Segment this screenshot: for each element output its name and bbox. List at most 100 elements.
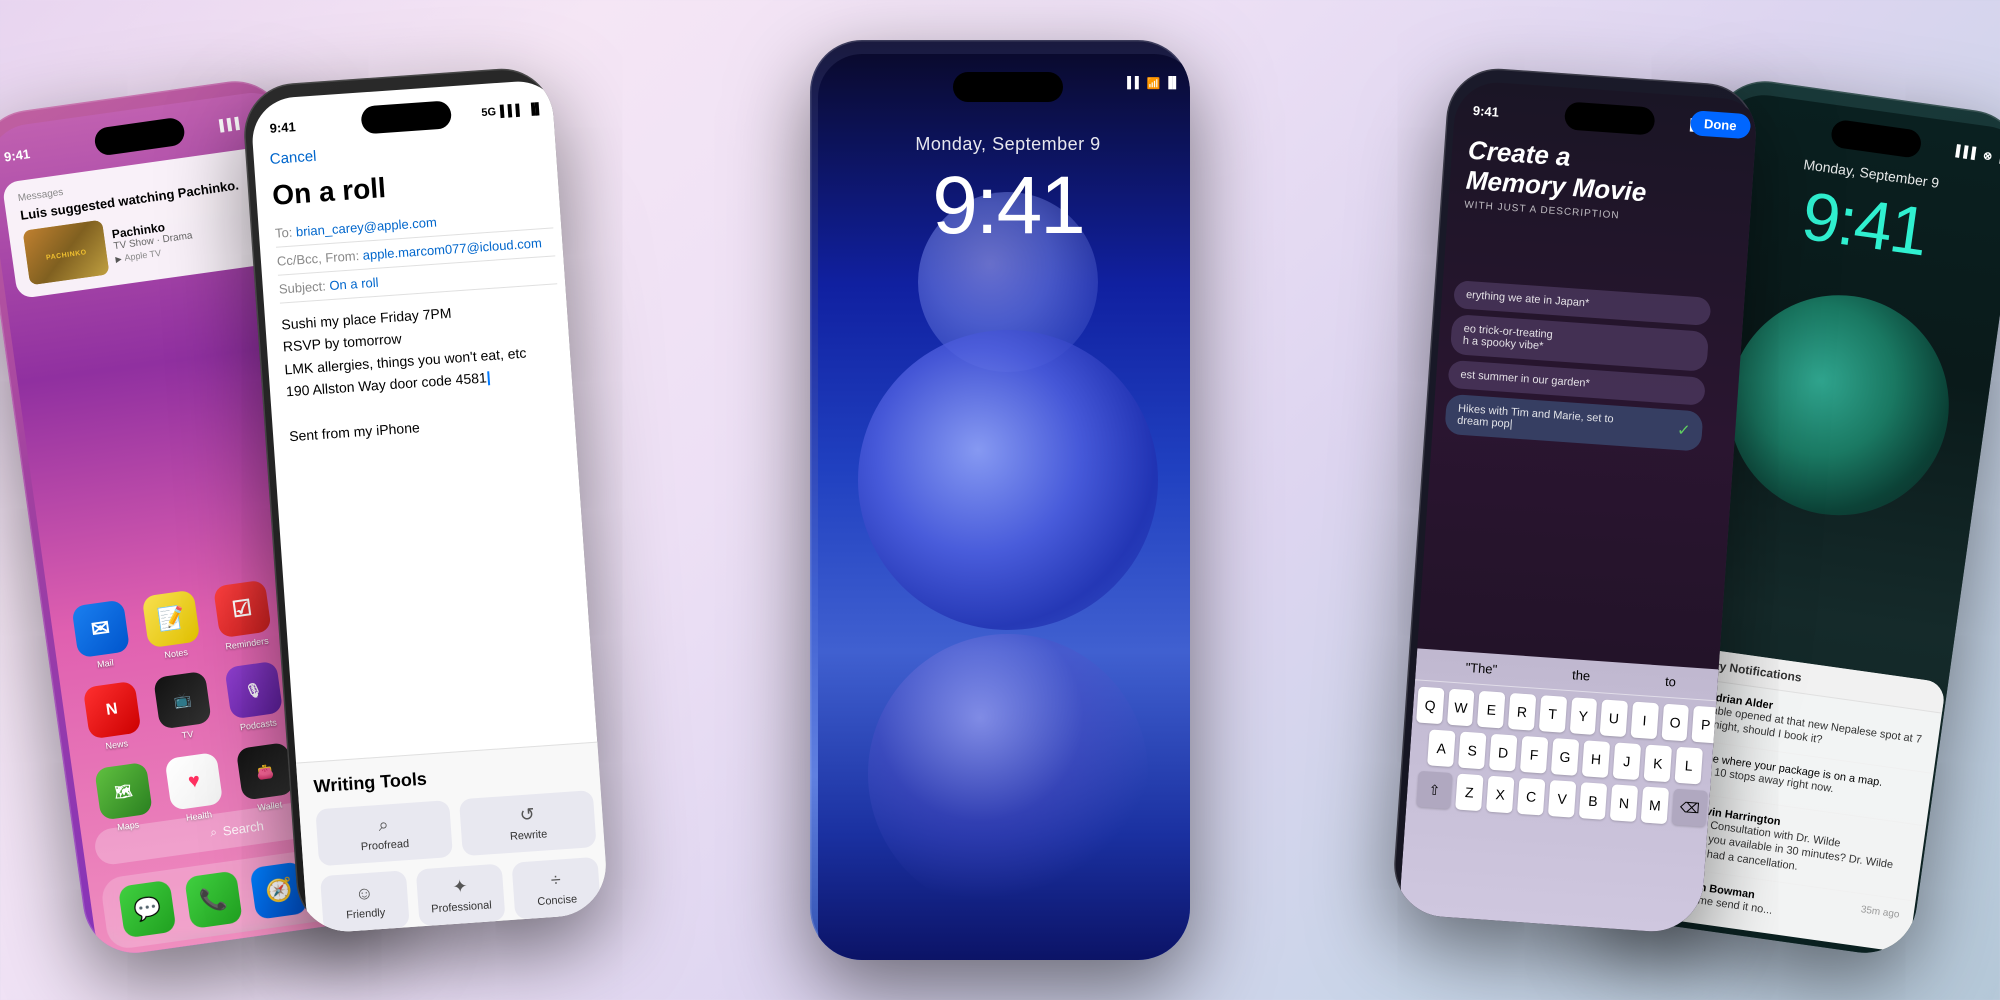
email-to-address: brian_carey@apple.com bbox=[295, 215, 437, 240]
app-podcasts[interactable]: 🎙 Podcasts bbox=[224, 661, 285, 734]
health-icon: ♥ bbox=[165, 752, 224, 811]
dynamic-island-3 bbox=[953, 72, 1063, 102]
key-g[interactable]: G bbox=[1551, 738, 1579, 776]
suggestion-3[interactable]: to bbox=[1665, 674, 1677, 690]
notes-icon: 📝 bbox=[142, 590, 201, 649]
check-icon: ✓ bbox=[1676, 420, 1691, 441]
orb-bottom bbox=[868, 634, 1148, 914]
keyboard-rows: Q W E R T Y U I O P A S D bbox=[1405, 680, 1724, 839]
done-button[interactable]: Done bbox=[1689, 110, 1751, 139]
rewrite-button[interactable]: ↺ Rewrite bbox=[459, 790, 597, 856]
signal-icon-1: ▌▌▌ bbox=[219, 117, 244, 132]
dock-messages-icon: 💬 bbox=[118, 880, 177, 939]
phone-2-screen: 9:41 5G ▌▌▌ ▐▌ Cancel On a roll To: bria… bbox=[250, 79, 610, 935]
app-notes[interactable]: 📝 Notes bbox=[142, 590, 203, 663]
5g-icon: 5G bbox=[481, 106, 496, 119]
teal-orb bbox=[1715, 281, 1963, 529]
chat-bubble-active-text: Hikes with Tim and Marie, set todream po… bbox=[1457, 403, 1614, 438]
email-body[interactable]: Sushi my place Friday 7PM RSVP by tomorr… bbox=[281, 294, 568, 447]
search-label: Search bbox=[222, 818, 265, 839]
key-r[interactable]: R bbox=[1508, 693, 1536, 731]
phones-container: 9:41 ▌▌▌ ⊗ ▐▌ Messages Luis suggested wa… bbox=[0, 0, 2000, 1000]
key-h[interactable]: H bbox=[1582, 740, 1610, 778]
signal-icon-5: ▌▌▌ bbox=[1955, 145, 1980, 160]
wifi-icon-3: 📶 bbox=[1147, 77, 1161, 90]
status-time-4: 9:41 bbox=[1472, 102, 1499, 119]
key-j[interactable]: J bbox=[1613, 742, 1641, 780]
app-news[interactable]: N News bbox=[83, 681, 144, 754]
app-mail[interactable]: ✉ Mail bbox=[71, 599, 132, 672]
signal-icon-3: ▌▌ bbox=[1127, 77, 1143, 89]
notif-time-4: 35m ago bbox=[1860, 904, 1900, 920]
key-c[interactable]: C bbox=[1517, 778, 1545, 816]
concise-button[interactable]: ÷ Concise bbox=[512, 857, 602, 920]
keyboard-area: "The" the to Q W E R T Y U I O bbox=[1398, 648, 1727, 934]
proofread-icon: ⌕ bbox=[378, 814, 390, 836]
key-x[interactable]: X bbox=[1486, 776, 1514, 814]
key-f[interactable]: F bbox=[1520, 736, 1548, 774]
key-u[interactable]: U bbox=[1600, 699, 1628, 737]
dock-messages[interactable]: 💬 bbox=[118, 880, 177, 939]
key-b[interactable]: B bbox=[1579, 782, 1607, 820]
professional-label: Professional bbox=[431, 899, 492, 915]
podcasts-icon: 🎙 bbox=[224, 661, 283, 720]
app-podcasts-label: Podcasts bbox=[239, 717, 277, 732]
wallet-icon: 👛 bbox=[236, 742, 295, 801]
key-z[interactable]: Z bbox=[1455, 773, 1483, 811]
lock-time-3: 9:41 bbox=[932, 159, 1084, 253]
mail-icon: ✉ bbox=[71, 599, 130, 658]
app-reminders[interactable]: ☑ Reminders bbox=[213, 580, 274, 653]
app-tv[interactable]: 📺 TV bbox=[153, 671, 214, 744]
chat-bubbles: erything we ate in Japan* eo trick-or-tr… bbox=[1432, 279, 1752, 460]
key-l[interactable]: L bbox=[1675, 747, 1703, 785]
battery-icon-3: ▐▌ bbox=[1164, 77, 1180, 89]
key-v[interactable]: V bbox=[1548, 780, 1576, 818]
writing-tools-title: Writing Tools bbox=[313, 757, 592, 797]
proofread-label: Proofread bbox=[360, 838, 409, 853]
app-tv-label: TV bbox=[181, 729, 194, 741]
maps-icon: 🗺 bbox=[94, 762, 153, 821]
professional-icon: ✦ bbox=[452, 876, 469, 898]
app-mail-label: Mail bbox=[96, 657, 114, 669]
key-w[interactable]: W bbox=[1447, 689, 1475, 727]
memory-title: Create aMemory Movie WITH JUST A DESCRIP… bbox=[1464, 136, 1747, 230]
key-o[interactable]: O bbox=[1661, 704, 1689, 742]
email-subject-value: On a roll bbox=[329, 275, 379, 293]
phone-2: 9:41 5G ▌▌▌ ▐▌ Cancel On a roll To: bria… bbox=[241, 65, 610, 935]
pachinko-label: PACHINKO bbox=[46, 249, 87, 262]
search-icon: ⌕ bbox=[209, 824, 218, 840]
dock-phone-icon: 📞 bbox=[184, 870, 243, 929]
writing-tools-buttons: ⌕ Proofread ↺ Rewrite bbox=[315, 790, 596, 866]
suggestion-2[interactable]: the bbox=[1572, 667, 1591, 683]
key-e[interactable]: E bbox=[1477, 691, 1505, 729]
friendly-button[interactable]: ☺ Friendly bbox=[320, 870, 410, 933]
phone-4-screen: 9:41 ▌▌▌ ⊗ ▐▌ Done Create aMemory Movie … bbox=[1398, 80, 1760, 935]
reminders-icon: ☑ bbox=[213, 580, 272, 639]
key-m[interactable]: M bbox=[1641, 786, 1669, 824]
rewrite-label: Rewrite bbox=[510, 828, 548, 843]
status-icons-2: 5G ▌▌▌ ▐▌ bbox=[481, 103, 543, 119]
proofread-button[interactable]: ⌕ Proofread bbox=[315, 800, 453, 866]
professional-button[interactable]: ✦ Professional bbox=[416, 864, 506, 927]
email-signature: Sent from my iPhone bbox=[288, 406, 567, 448]
key-y[interactable]: Y bbox=[1569, 697, 1597, 735]
news-icon: N bbox=[83, 681, 142, 740]
key-t[interactable]: T bbox=[1539, 695, 1567, 733]
key-k[interactable]: K bbox=[1644, 745, 1672, 783]
app-news-label: News bbox=[105, 738, 129, 751]
app-notes-label: Notes bbox=[164, 647, 189, 660]
key-n[interactable]: N bbox=[1610, 784, 1638, 822]
key-shift[interactable]: ⇧ bbox=[1416, 771, 1452, 809]
key-d[interactable]: D bbox=[1489, 734, 1517, 772]
key-a[interactable]: A bbox=[1427, 729, 1455, 767]
key-i[interactable]: I bbox=[1630, 702, 1658, 740]
friendly-label: Friendly bbox=[346, 907, 386, 922]
key-delete[interactable]: ⌫ bbox=[1672, 789, 1708, 827]
key-s[interactable]: S bbox=[1458, 732, 1486, 770]
key-q[interactable]: Q bbox=[1416, 687, 1444, 725]
status-icons-3: ▌▌ 📶 ▐▌ bbox=[1127, 77, 1180, 90]
battery-icon-2: ▐▌ bbox=[527, 103, 543, 116]
dock-phone[interactable]: 📞 bbox=[184, 870, 243, 929]
tv-icon: 📺 bbox=[153, 671, 212, 730]
suggestion-1[interactable]: "The" bbox=[1465, 660, 1498, 677]
